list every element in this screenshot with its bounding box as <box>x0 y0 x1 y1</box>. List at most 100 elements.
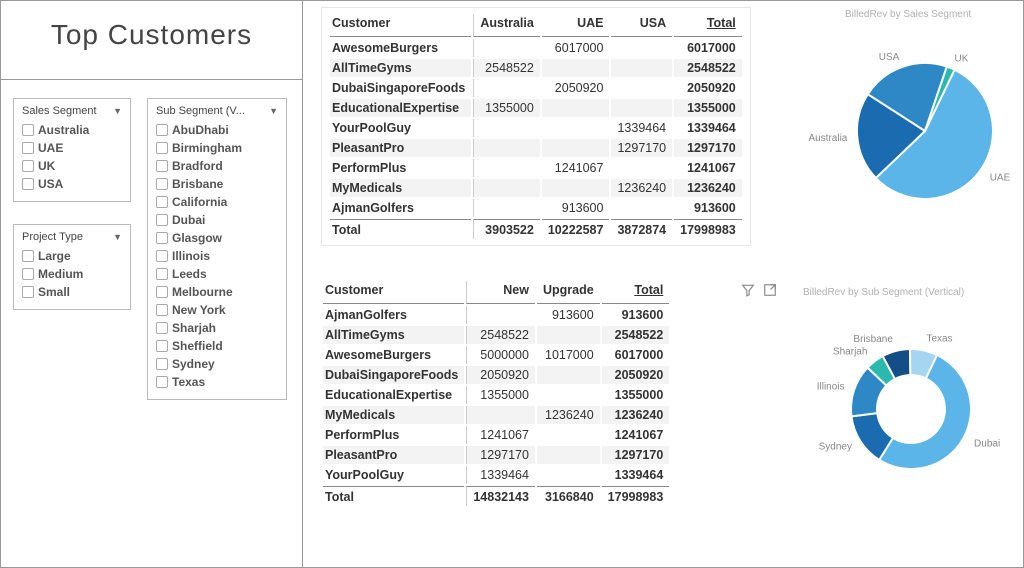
chevron-down-icon[interactable]: ▼ <box>113 106 122 116</box>
checkbox-icon[interactable] <box>22 250 34 262</box>
slicer-header-label: Sub Segment (V... <box>156 105 245 117</box>
slicer-item[interactable]: Bradford <box>156 157 278 175</box>
checkbox-icon[interactable] <box>156 124 168 136</box>
table-row[interactable]: PerformPlus12410671241067 <box>330 159 742 177</box>
slicer-item[interactable]: Medium <box>22 265 122 283</box>
slicer-item[interactable]: USA <box>22 175 122 193</box>
slicer-item[interactable]: Glasgow <box>156 229 278 247</box>
table-row[interactable]: DubaiSingaporeFoods20509202050920 <box>330 79 742 97</box>
checkbox-icon[interactable] <box>22 160 34 172</box>
checkbox-icon[interactable] <box>156 160 168 172</box>
table-row[interactable]: PleasantPro12971701297170 <box>330 139 742 157</box>
checkbox-icon[interactable] <box>156 142 168 154</box>
checkbox-icon[interactable] <box>22 286 34 298</box>
slicer-item-label: UAE <box>38 141 63 155</box>
table-row[interactable]: AwesomeBurgers500000010170006017000 <box>323 346 669 364</box>
checkbox-icon[interactable] <box>156 232 168 244</box>
slicer-item[interactable]: Birmingham <box>156 139 278 157</box>
col-header[interactable]: New <box>466 281 535 304</box>
col-header[interactable]: Australia <box>473 14 540 37</box>
table-row[interactable]: AjmanGolfers913600913600 <box>323 306 669 324</box>
slicer-project-type[interactable]: Project Type ▼ LargeMediumSmall <box>13 224 131 310</box>
slicer-item[interactable]: Australia <box>22 121 122 139</box>
table-row[interactable]: YourPoolGuy13394641339464 <box>323 466 669 484</box>
table-row[interactable]: DubaiSingaporeFoods20509202050920 <box>323 366 669 384</box>
cell-customer: AwesomeBurgers <box>330 39 471 57</box>
slicer-item[interactable]: Sharjah <box>156 319 278 337</box>
col-header[interactable]: Upgrade <box>537 281 600 304</box>
slicer-item[interactable]: UK <box>22 157 122 175</box>
table-row[interactable]: EducationalExpertise13550001355000 <box>323 386 669 404</box>
slicer-item[interactable]: Illinois <box>156 247 278 265</box>
checkbox-icon[interactable] <box>22 178 34 190</box>
col-header[interactable]: USA <box>611 14 672 37</box>
checkbox-icon[interactable] <box>156 322 168 334</box>
slicer-item-label: Bradford <box>172 159 223 173</box>
cell-value: 1241067 <box>466 426 535 444</box>
cell-value <box>473 159 540 177</box>
cell-customer: AjmanGolfers <box>330 199 471 217</box>
checkbox-icon[interactable] <box>156 304 168 316</box>
focus-mode-icon[interactable] <box>763 283 777 300</box>
table-row[interactable]: AllTimeGyms25485222548522 <box>323 326 669 344</box>
slicer-item[interactable]: Small <box>22 283 122 301</box>
table-row[interactable]: MyMedicals12362401236240 <box>330 179 742 197</box>
table-row[interactable]: AwesomeBurgers60170006017000 <box>330 39 742 57</box>
donut-chart-sub-segment[interactable]: DubaiSydneyIllinoisSharjahBrisbaneTexas <box>811 311 1011 511</box>
slicer-item[interactable]: Dubai <box>156 211 278 229</box>
slicer-item-label: Dubai <box>172 213 205 227</box>
table-row[interactable]: PleasantPro12971701297170 <box>323 446 669 464</box>
cell-value <box>542 99 610 117</box>
checkbox-icon[interactable] <box>156 214 168 226</box>
cell-value <box>473 139 540 157</box>
pie-chart-sales-segment[interactable]: UAEAustraliaUSAUK <box>833 31 1023 221</box>
table-row[interactable]: PerformPlus12410671241067 <box>323 426 669 444</box>
chevron-down-icon[interactable]: ▼ <box>269 106 278 116</box>
col-header[interactable]: UAE <box>542 14 610 37</box>
checkbox-icon[interactable] <box>156 268 168 280</box>
checkbox-icon[interactable] <box>156 286 168 298</box>
table-row[interactable]: AllTimeGyms25485222548522 <box>330 59 742 77</box>
slicer-item[interactable]: Leeds <box>156 265 278 283</box>
checkbox-icon[interactable] <box>156 376 168 388</box>
matrix-by-project-type[interactable]: CustomerNewUpgradeTotal AjmanGolfers9136… <box>321 279 671 508</box>
chevron-down-icon[interactable]: ▼ <box>113 232 122 242</box>
checkbox-icon[interactable] <box>22 124 34 136</box>
checkbox-icon[interactable] <box>156 196 168 208</box>
cell-value: 2548522 <box>674 59 742 77</box>
cell-value: 913600 <box>602 306 670 324</box>
slicer-item[interactable]: Brisbane <box>156 175 278 193</box>
slicer-item[interactable]: Melbourne <box>156 283 278 301</box>
slicer-item[interactable]: Large <box>22 247 122 265</box>
slicer-sub-segment[interactable]: Sub Segment (V... ▼ AbuDhabiBirmingham Br… <box>147 98 287 400</box>
checkbox-icon[interactable] <box>156 358 168 370</box>
cell-customer: AwesomeBurgers <box>323 346 464 364</box>
table-row[interactable]: YourPoolGuy13394641339464 <box>330 119 742 137</box>
cell-customer: PerformPlus <box>330 159 471 177</box>
table-row[interactable]: MyMedicals12362401236240 <box>323 406 669 424</box>
col-header[interactable]: Total <box>674 14 742 37</box>
table-row[interactable]: AjmanGolfers913600913600 <box>330 199 742 217</box>
slicer-item-label: Texas <box>172 375 205 389</box>
cell-value: 2548522 <box>602 326 670 344</box>
col-customer[interactable]: Customer <box>323 281 464 304</box>
checkbox-icon[interactable] <box>156 340 168 352</box>
slicer-item[interactable]: California <box>156 193 278 211</box>
slicer-item[interactable]: Texas <box>156 373 278 391</box>
matrix-by-sales-segment[interactable]: CustomerAustraliaUAEUSATotal AwesomeBurg… <box>321 7 751 246</box>
cell-value <box>542 179 610 197</box>
slicer-sales-segment[interactable]: Sales Segment ▼ AustraliaUAEUKUSA <box>13 98 131 202</box>
table-row[interactable]: EducationalExpertise13550001355000 <box>330 99 742 117</box>
col-header[interactable]: Total <box>602 281 670 304</box>
filter-icon[interactable] <box>741 283 755 300</box>
slicer-item[interactable]: Sheffield <box>156 337 278 355</box>
slicer-item[interactable]: Sydney <box>156 355 278 373</box>
slicer-item[interactable]: New York <box>156 301 278 319</box>
checkbox-icon[interactable] <box>22 142 34 154</box>
checkbox-icon[interactable] <box>156 178 168 190</box>
checkbox-icon[interactable] <box>156 250 168 262</box>
slicer-item[interactable]: UAE <box>22 139 122 157</box>
col-customer[interactable]: Customer <box>330 14 471 37</box>
checkbox-icon[interactable] <box>22 268 34 280</box>
slicer-item[interactable]: AbuDhabi <box>156 121 278 139</box>
